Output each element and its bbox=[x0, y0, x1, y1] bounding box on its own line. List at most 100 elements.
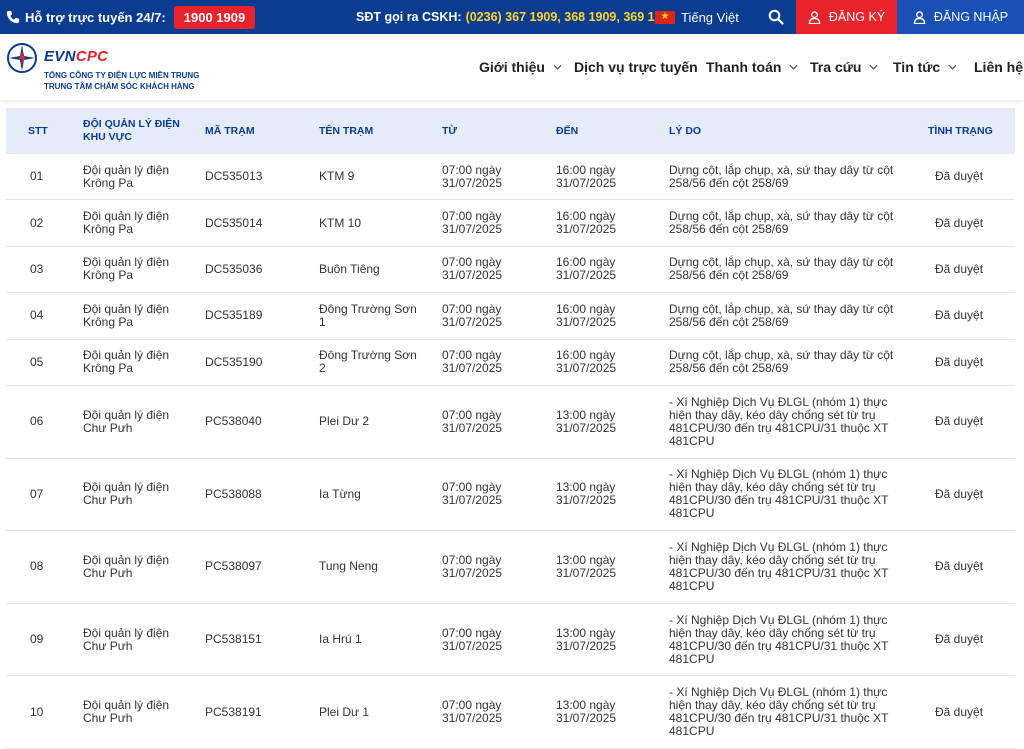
cell-ly-do: - Xí Nghiệp Dịch Vụ ĐLGL (nhóm 1) thực h… bbox=[669, 685, 889, 739]
column-header-stt: STT bbox=[28, 124, 48, 137]
cell-den: 13:00 ngày 31/07/2025 bbox=[556, 480, 617, 508]
login-label: ĐĂNG NHẬP bbox=[933, 10, 1009, 24]
cell-doi-quan-ly: Đội quản lý điện Krông Pa bbox=[83, 209, 170, 237]
cell-doi-quan-ly: Đội quản lý điện Chư Pưh bbox=[83, 407, 170, 435]
cell-doi-quan-ly: Đội quản lý điện Chư Pưh bbox=[83, 625, 170, 653]
cell-tinh-trang: Đã duyệt bbox=[935, 308, 984, 323]
nav-tra-cuu[interactable]: Tra cứu bbox=[810, 59, 878, 75]
cell-tinh-trang: Đã duyệt bbox=[935, 486, 984, 501]
cell-ma-tram: DC535190 bbox=[205, 354, 263, 369]
logo-cpc-text: CPC bbox=[75, 48, 109, 65]
nav-lien-he[interactable]: Liên hệ bbox=[974, 59, 1023, 75]
nav-thanh-toan[interactable]: Thanh toán bbox=[706, 59, 798, 75]
cell-stt: 08 bbox=[30, 559, 44, 574]
logo-evn-text: EVN bbox=[44, 48, 76, 65]
cell-ten-tram: Tung Neng bbox=[319, 559, 378, 574]
cell-tinh-trang: Đã duyệt bbox=[935, 215, 984, 230]
table-row: 04 Đội quản lý điện Krông Pa DC535189 Đông … bbox=[6, 293, 1015, 340]
login-button[interactable]: ĐĂNG NHẬP bbox=[897, 0, 1024, 34]
cell-tu: 07:00 ngày 31/07/2025 bbox=[442, 480, 503, 508]
table-row: 02 Đội quản lý điện Krông Pa DC535014 KTM 1… bbox=[6, 200, 1015, 247]
cell-den: 13:00 ngày 31/07/2025 bbox=[556, 698, 617, 726]
table-row: 01 Đội quản lý điện Krông Pa DC535013 KTM 9… bbox=[6, 154, 1015, 201]
cell-tu: 07:00 ngày 31/07/2025 bbox=[442, 625, 503, 653]
support-number-badge[interactable]: 1900 1909 bbox=[173, 5, 256, 29]
cell-stt: 10 bbox=[30, 704, 44, 719]
phone-icon bbox=[6, 10, 20, 24]
nav-label: Tra cứu bbox=[810, 59, 862, 75]
table-row: 06 Đội quản lý điện Chư Pưh PC538040 Plei D… bbox=[6, 386, 1015, 459]
cskh-numbers[interactable]: (0236) 367 1909, 368 1909, 369 1909 bbox=[466, 10, 676, 24]
cell-den: 13:00 ngày 31/07/2025 bbox=[556, 552, 617, 580]
cell-stt: 09 bbox=[30, 632, 44, 647]
logo-subtitle-company: TỔNG CÔNG TY ĐIỆN LỰC MIỀN TRUNG bbox=[44, 71, 200, 80]
cell-den: 13:00 ngày 31/07/2025 bbox=[556, 407, 617, 435]
table-row: 07 Đội quản lý điện Chư Pưh PC538088 Ia Từn… bbox=[6, 459, 1015, 532]
cell-stt: 06 bbox=[30, 414, 44, 429]
top-bar: Hỗ trợ trực tuyến 24/7: 1900 1909 SĐT gọ… bbox=[0, 0, 1024, 34]
table-row: 08 Đội quản lý điện Chư Pưh PC538097 Tung N… bbox=[6, 531, 1015, 604]
cell-ten-tram: Ia Hrú 1 bbox=[319, 632, 362, 647]
nav-label: Thanh toán bbox=[706, 59, 782, 75]
cell-ma-tram: PC538097 bbox=[205, 559, 262, 574]
cskh-label: SĐT gọi ra CSKH: bbox=[356, 10, 462, 24]
logo-wordmark[interactable]: EVNCPC bbox=[44, 48, 108, 65]
nav-gioi-thieu[interactable]: Giới thiệu bbox=[479, 59, 562, 75]
cell-den: 16:00 ngày 31/07/2025 bbox=[556, 255, 617, 283]
cell-ten-tram: Plei Dư 1 bbox=[319, 704, 370, 719]
cell-tu: 07:00 ngày 31/07/2025 bbox=[442, 301, 503, 329]
cell-den: 16:00 ngày 31/07/2025 bbox=[556, 348, 617, 376]
table-row: 05 Đội quản lý điện Krông Pa DC535190 Đông … bbox=[6, 340, 1015, 386]
cell-ten-tram: KTM 10 bbox=[319, 215, 362, 230]
cell-tinh-trang: Đã duyệt bbox=[935, 704, 984, 719]
evn-logo-icon[interactable] bbox=[6, 42, 38, 74]
cell-stt: 05 bbox=[30, 354, 44, 369]
chevron-down-icon bbox=[869, 64, 878, 70]
outage-schedule-table: STT ĐỘI QUẢN LÝ ĐIỆN KHU VỰC MÃ TRẠM TÊN… bbox=[6, 108, 1015, 749]
support-label: Hỗ trợ trực tuyến 24/7: bbox=[25, 9, 166, 25]
main-header: EVNCPC TỔNG CÔNG TY ĐIỆN LỰC MIỀN TRUNG … bbox=[0, 34, 1024, 100]
cell-den: 13:00 ngày 31/07/2025 bbox=[556, 625, 617, 653]
cell-ma-tram: PC538088 bbox=[205, 486, 262, 501]
cell-ly-do: - Xí Nghiệp Dịch Vụ ĐLGL (nhóm 1) thực h… bbox=[669, 394, 889, 448]
cell-tu: 07:00 ngày 31/07/2025 bbox=[442, 348, 503, 376]
cell-doi-quan-ly: Đội quản lý điện Krông Pa bbox=[83, 348, 170, 376]
cell-ly-do: Dựng cột, lắp chụp, xà, sứ thay dây từ c… bbox=[669, 162, 894, 190]
column-header-ten-tram: TÊN TRẠM bbox=[319, 124, 374, 137]
user-icon bbox=[913, 10, 926, 24]
cell-stt: 04 bbox=[30, 308, 44, 323]
cell-den: 16:00 ngày 31/07/2025 bbox=[556, 209, 617, 237]
cell-ten-tram: Đông Trường Sơn 1 bbox=[319, 301, 417, 329]
table-header: STT ĐỘI QUẢN LÝ ĐIỆN KHU VỰC MÃ TRẠM TÊN… bbox=[6, 108, 1015, 154]
language-selector[interactable]: Tiếng Việt bbox=[655, 0, 739, 34]
cell-tu: 07:00 ngày 31/07/2025 bbox=[442, 209, 503, 237]
nav-dich-vu-truc-tuyen[interactable]: Dịch vụ trực tuyến bbox=[574, 59, 698, 75]
nav-label: Tin tức bbox=[893, 59, 941, 75]
logo-subtitle-center: TRUNG TÂM CHĂM SÓC KHÁCH HÀNG bbox=[44, 82, 195, 91]
cell-den: 16:00 ngày 31/07/2025 bbox=[556, 162, 617, 190]
cell-tu: 07:00 ngày 31/07/2025 bbox=[442, 407, 503, 435]
search-icon[interactable] bbox=[768, 9, 784, 25]
chevron-down-icon bbox=[553, 64, 562, 70]
cell-ten-tram: Ia Từng bbox=[319, 486, 361, 501]
hotline-group: Hỗ trợ trực tuyến 24/7: 1900 1909 bbox=[6, 0, 256, 34]
cell-ly-do: - Xí Nghiệp Dịch Vụ ĐLGL (nhóm 1) thực h… bbox=[669, 467, 889, 521]
cell-tinh-trang: Đã duyệt bbox=[935, 354, 984, 369]
nav-label: Giới thiệu bbox=[479, 59, 545, 75]
cell-stt: 02 bbox=[30, 215, 44, 230]
cell-ma-tram: PC538151 bbox=[205, 632, 262, 647]
cell-tinh-trang: Đã duyệt bbox=[935, 632, 984, 647]
cell-doi-quan-ly: Đội quản lý điện Krông Pa bbox=[83, 301, 170, 329]
nav-tin-tuc[interactable]: Tin tức bbox=[893, 59, 957, 75]
language-label: Tiếng Việt bbox=[681, 9, 739, 25]
chevron-down-icon bbox=[789, 64, 798, 70]
cell-doi-quan-ly: Đội quản lý điện Krông Pa bbox=[83, 162, 170, 190]
cell-doi-quan-ly: Đội quản lý điện Chư Pưh bbox=[83, 698, 170, 726]
cell-den: 16:00 ngày 31/07/2025 bbox=[556, 301, 617, 329]
register-button[interactable]: ĐĂNG KÝ bbox=[796, 0, 897, 34]
cell-tinh-trang: Đã duyệt bbox=[935, 261, 984, 276]
cell-tinh-trang: Đã duyệt bbox=[935, 559, 984, 574]
user-icon bbox=[808, 10, 821, 24]
cell-ly-do: - Xí Nghiệp Dịch Vụ ĐLGL (nhóm 1) thực h… bbox=[669, 612, 889, 666]
cell-stt: 03 bbox=[30, 261, 44, 276]
